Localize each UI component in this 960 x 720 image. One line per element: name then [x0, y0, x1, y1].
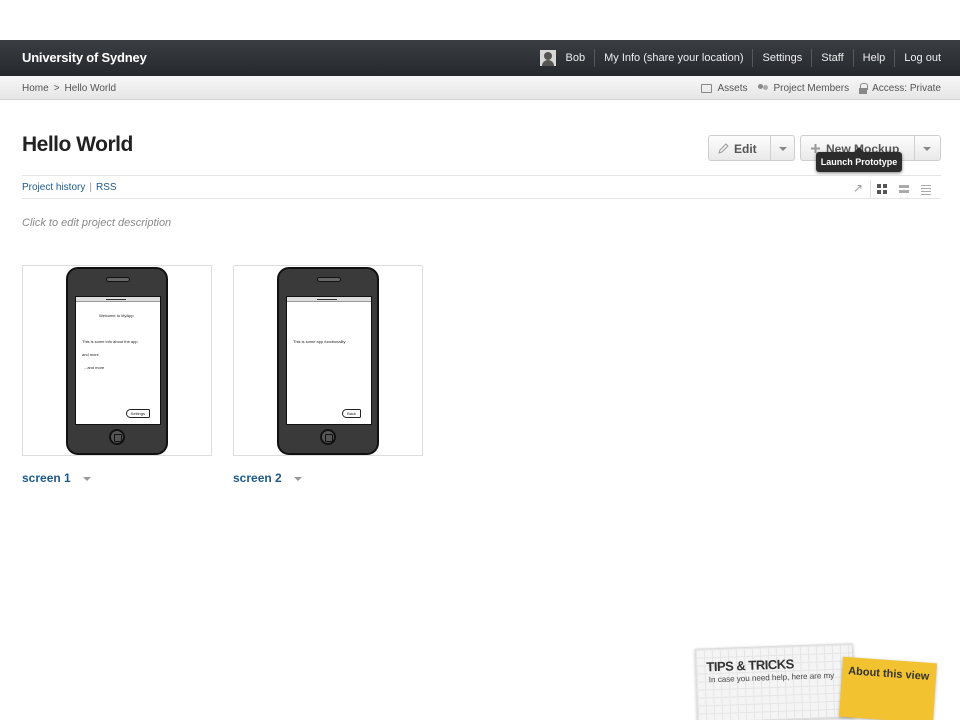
new-mockup-chevron-down-icon[interactable]	[923, 147, 931, 151]
phone-screen: This is some app functionality Back	[286, 296, 372, 425]
sub-bar: Home > Hello World Assets Project Member…	[0, 76, 960, 100]
launch-arrow-icon[interactable]	[853, 181, 864, 195]
nav-help[interactable]: Help	[852, 49, 895, 67]
mockup-thumbnail-1[interactable]: Welcome to MyApp This is some info about…	[22, 265, 212, 456]
chevron-down-icon[interactable]	[82, 476, 91, 481]
project-members-link[interactable]: Project Members	[757, 83, 850, 94]
phone-frame: This is some app functionality Back	[277, 267, 379, 455]
edit-chevron-down-icon[interactable]	[779, 147, 787, 151]
screen-text: This is some info about the app	[82, 339, 138, 344]
members-label: Project Members	[773, 83, 850, 94]
view-divider	[870, 180, 871, 198]
tips-title: TIPS & TRICKS	[706, 656, 795, 675]
mockup-name: screen 1	[22, 471, 71, 485]
mockup-label-1[interactable]: screen 1	[22, 471, 91, 485]
nav-settings[interactable]: Settings	[752, 49, 811, 67]
user-menu[interactable]: Bob	[539, 49, 595, 67]
chevron-down-icon[interactable]	[293, 476, 302, 481]
compact-list-icon[interactable]	[921, 183, 932, 195]
project-links: Project history | RSS	[22, 182, 117, 193]
nav-my-info[interactable]: My Info (share your location)	[594, 49, 752, 67]
breadcrumb-home[interactable]: Home	[22, 83, 49, 94]
new-mockup-divider	[914, 136, 915, 160]
mockup-thumbnail-2[interactable]: This is some app functionality Back	[233, 265, 423, 456]
link-separator: |	[89, 182, 92, 193]
breadcrumb-separator: >	[53, 83, 60, 94]
user-name: Bob	[565, 52, 586, 64]
lock-icon	[859, 82, 869, 94]
screen-button: Back	[342, 409, 361, 418]
speaker	[106, 277, 130, 282]
assets-label: Assets	[717, 83, 748, 94]
divider	[22, 198, 941, 199]
breadcrumb: Home > Hello World	[22, 83, 116, 94]
edit-button[interactable]: Edit	[708, 135, 795, 161]
launch-prototype-tooltip: Launch Prototype	[816, 147, 902, 172]
members-icon	[757, 84, 769, 93]
view-toggle	[853, 180, 932, 198]
rss-link[interactable]: RSS	[96, 182, 117, 193]
access-label: Access: Private	[872, 83, 941, 94]
list-view-icon[interactable]	[899, 183, 910, 195]
about-view-note[interactable]: About this view	[839, 656, 937, 720]
top-bar: University of Sydney Bob My Info (share …	[0, 40, 960, 76]
screen-text: and more	[82, 352, 99, 357]
project-history-link[interactable]: Project history	[22, 182, 85, 193]
phone-frame: Welcome to MyApp This is some info about…	[66, 267, 168, 455]
assets-link[interactable]: Assets	[701, 83, 748, 94]
screen-text: ...and more	[84, 365, 105, 370]
nav-log-out[interactable]: Log out	[894, 49, 950, 67]
user-avatar-icon	[539, 50, 556, 66]
status-bar	[76, 297, 160, 302]
edit-divider	[770, 136, 771, 160]
edit-label: Edit	[734, 142, 757, 156]
pencil-icon	[718, 143, 729, 154]
brand-logo[interactable]: University of Sydney	[22, 50, 147, 65]
home-button-icon	[109, 429, 125, 445]
access-link[interactable]: Access: Private	[859, 82, 941, 94]
mockup-name: screen 2	[233, 471, 282, 485]
tips-panel[interactable]: TIPS & TRICKS In case you need help, her…	[694, 643, 856, 720]
top-nav: Bob My Info (share your location) Settin…	[539, 40, 950, 76]
screen-text: Welcome to MyApp	[99, 313, 134, 318]
phone-screen: Welcome to MyApp This is some info about…	[75, 296, 161, 425]
project-subnav: Assets Project Members Access: Private	[701, 82, 941, 94]
nav-staff[interactable]: Staff	[811, 49, 852, 67]
project-description[interactable]: Click to edit project description	[22, 217, 171, 229]
screen-text: This is some app functionality	[293, 339, 346, 344]
divider	[22, 175, 941, 176]
grid-view-icon[interactable]	[877, 183, 888, 195]
speaker	[317, 277, 341, 282]
mockup-label-2[interactable]: screen 2	[233, 471, 302, 485]
status-bar	[287, 297, 371, 302]
assets-icon	[701, 84, 713, 93]
screen-button: Settings	[125, 409, 150, 418]
about-view-label: About this view	[847, 665, 930, 683]
breadcrumb-current: Hello World	[64, 83, 117, 94]
page-title: Hello World	[22, 133, 133, 156]
home-button-icon	[320, 429, 336, 445]
